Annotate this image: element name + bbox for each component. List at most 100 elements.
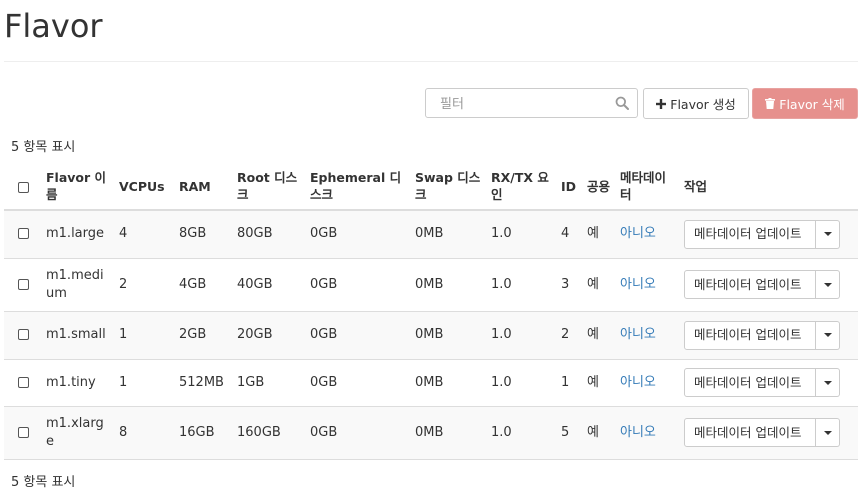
- ephemeral-cell: 0GB: [306, 358, 411, 406]
- rxtx-cell: 1.0: [487, 209, 557, 258]
- flavor-name-cell: m1.small: [42, 310, 115, 359]
- row-action-group: 메타데이터 업데이트: [684, 320, 840, 350]
- id-cell: 5: [557, 405, 583, 460]
- vcpus-cell: 4: [115, 209, 175, 258]
- search-icon[interactable]: [615, 96, 629, 110]
- row-checkbox[interactable]: [18, 329, 29, 340]
- ephemeral-cell: 0GB: [306, 405, 411, 460]
- update-metadata-button[interactable]: 메타데이터 업데이트: [684, 219, 816, 249]
- metadata-link[interactable]: 아니오: [616, 310, 680, 359]
- column-header-metadata[interactable]: 메타데이터: [616, 163, 680, 211]
- swap-cell: 0MB: [411, 257, 487, 311]
- id-cell: 4: [557, 209, 583, 258]
- vcpus-cell: 8: [115, 405, 175, 460]
- swap-cell: 0MB: [411, 209, 487, 258]
- row-action-group: 메타데이터 업데이트: [684, 368, 840, 397]
- table-row: m1.tiny 1 512MB 1GB 0GB 0MB 1.0 1 예 아니오 메타데이터 업데이트: [4, 358, 858, 406]
- id-cell: 1: [557, 358, 583, 406]
- create-flavor-label: Flavor 생성: [670, 97, 736, 112]
- ephemeral-cell: 0GB: [306, 310, 411, 359]
- column-header-id[interactable]: ID: [557, 163, 583, 211]
- row-action-group: 메타데이터 업데이트: [684, 219, 840, 249]
- swap-cell: 0MB: [411, 405, 487, 460]
- id-cell: 3: [557, 257, 583, 311]
- row-checkbox[interactable]: [18, 376, 29, 388]
- caret-down-icon: [823, 333, 832, 337]
- root-disk-cell: 40GB: [233, 257, 306, 311]
- table-row: m1.medium 2 4GB 40GB 0GB 0MB 1.0 3 예 아니오 메타데이터 업데이…: [4, 257, 858, 311]
- caret-down-icon: [823, 430, 832, 435]
- row-actions-dropdown-toggle[interactable]: [816, 270, 840, 299]
- trash-icon: [765, 98, 776, 109]
- table-row: m1.small 1 2GB 20GB 0GB 0MB 1.0 2 예 아니오 메타데이터 업데이트: [4, 310, 858, 359]
- filter-input[interactable]: [438, 90, 622, 118]
- ephemeral-cell: 0GB: [306, 209, 411, 258]
- root-disk-cell: 20GB: [233, 310, 306, 359]
- table-row: m1.xlarge 8 16GB 160GB 0GB 0MB 1.0 5 예 아니오 메타데이터 업…: [4, 405, 858, 460]
- column-header-rxtx[interactable]: RX/TX 요인: [487, 163, 557, 211]
- column-header-root-disk[interactable]: Root 디스크: [233, 163, 306, 211]
- ram-cell: 8GB: [175, 209, 233, 258]
- caret-down-icon: [823, 380, 832, 385]
- column-header-swap[interactable]: Swap 디스크: [411, 163, 487, 211]
- page-title: Flavor: [4, 7, 103, 45]
- metadata-link[interactable]: 아니오: [616, 257, 680, 311]
- row-actions-dropdown-toggle[interactable]: [816, 320, 840, 350]
- caret-down-icon: [823, 232, 832, 237]
- swap-cell: 0MB: [411, 310, 487, 359]
- flavor-table: Flavor 이름 VCPUs RAM Root 디스크 Ephemeral 디…: [4, 163, 858, 460]
- root-disk-cell: 1GB: [233, 358, 306, 406]
- update-metadata-button[interactable]: 메타데이터 업데이트: [684, 320, 816, 350]
- public-cell: 예: [583, 310, 616, 359]
- metadata-link[interactable]: 아니오: [616, 209, 680, 258]
- row-checkbox[interactable]: [18, 228, 29, 240]
- select-all-checkbox[interactable]: [18, 181, 29, 193]
- vcpus-cell: 2: [115, 257, 175, 311]
- column-header-vcpus[interactable]: VCPUs: [115, 163, 175, 211]
- public-cell: 예: [583, 257, 616, 311]
- delete-flavor-label: Flavor 삭제: [779, 97, 845, 112]
- title-divider: [4, 61, 858, 62]
- table-row: m1.large 4 8GB 80GB 0GB 0MB 1.0 4 예 아니오 메타데이터 업데이트: [4, 209, 858, 258]
- column-header-name[interactable]: Flavor 이름: [42, 163, 115, 211]
- column-header-public[interactable]: 공용: [583, 163, 616, 211]
- metadata-link[interactable]: 아니오: [616, 358, 680, 406]
- update-metadata-button[interactable]: 메타데이터 업데이트: [684, 418, 816, 447]
- row-checkbox[interactable]: [18, 426, 29, 438]
- column-header-actions: 작업: [680, 163, 858, 211]
- rxtx-cell: 1.0: [487, 310, 557, 359]
- row-actions-dropdown-toggle[interactable]: [816, 219, 840, 249]
- rxtx-cell: 1.0: [487, 358, 557, 406]
- update-metadata-button[interactable]: 메타데이터 업데이트: [684, 270, 816, 299]
- create-flavor-button[interactable]: Flavor 생성: [643, 88, 749, 119]
- rxtx-cell: 1.0: [487, 257, 557, 311]
- filter-field[interactable]: [425, 88, 638, 118]
- ephemeral-cell: 0GB: [306, 257, 411, 311]
- swap-cell: 0MB: [411, 358, 487, 406]
- public-cell: 예: [583, 209, 616, 258]
- ram-cell: 16GB: [175, 405, 233, 460]
- flavor-name-cell: m1.tiny: [42, 358, 115, 406]
- metadata-link[interactable]: 아니오: [616, 405, 680, 460]
- row-actions-dropdown-toggle[interactable]: [816, 418, 840, 447]
- caret-down-icon: [823, 282, 832, 287]
- delete-flavor-button[interactable]: Flavor 삭제: [752, 88, 858, 119]
- item-count-top: 5 항목 표시: [11, 140, 76, 155]
- vcpus-cell: 1: [115, 310, 175, 359]
- flavor-name-cell: m1.large: [42, 209, 115, 258]
- root-disk-cell: 80GB: [233, 209, 306, 258]
- update-metadata-button[interactable]: 메타데이터 업데이트: [684, 368, 816, 397]
- row-checkbox[interactable]: [18, 278, 29, 290]
- item-count-bottom: 5 항목 표시: [11, 475, 76, 490]
- root-disk-cell: 160GB: [233, 405, 306, 460]
- column-header-ephemeral[interactable]: Ephemeral 디스크: [306, 163, 411, 211]
- plus-icon: [656, 98, 667, 109]
- ram-cell: 4GB: [175, 257, 233, 311]
- row-action-group: 메타데이터 업데이트: [684, 270, 840, 299]
- table-header-row: Flavor 이름 VCPUs RAM Root 디스크 Ephemeral 디…: [4, 163, 858, 211]
- ram-cell: 2GB: [175, 310, 233, 359]
- flavor-name-cell: m1.xlarge: [42, 405, 115, 460]
- rxtx-cell: 1.0: [487, 405, 557, 460]
- column-header-ram[interactable]: RAM: [175, 163, 233, 211]
- row-actions-dropdown-toggle[interactable]: [816, 368, 840, 397]
